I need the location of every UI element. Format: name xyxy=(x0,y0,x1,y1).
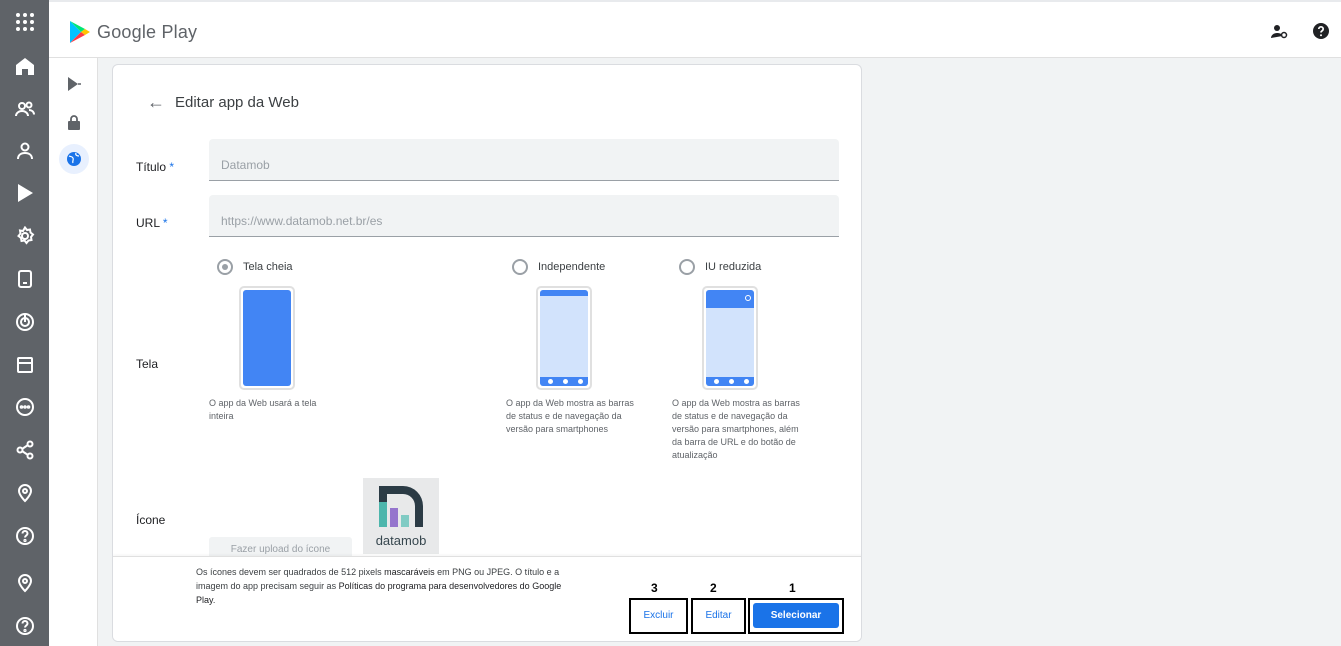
user-icon[interactable] xyxy=(0,131,49,171)
radio-standalone[interactable]: Independente xyxy=(512,259,605,275)
minimal-ui-phone-illustration xyxy=(702,286,758,390)
manage-account-icon[interactable] xyxy=(1270,22,1288,40)
radio-minimal-ui[interactable]: IU reduzida xyxy=(679,259,761,275)
radio-label: IU reduzida xyxy=(705,261,762,273)
messages-icon[interactable] xyxy=(0,387,49,427)
url-input[interactable]: https://www.datamob.net.br/es xyxy=(209,195,839,237)
play-apps-icon[interactable] xyxy=(59,69,89,99)
radio-label: Tela cheia xyxy=(243,261,293,273)
location-icon-2[interactable] xyxy=(0,563,49,603)
radio-fullscreen[interactable]: Tela cheia xyxy=(217,259,293,275)
url-field-label: URL * xyxy=(136,216,168,230)
back-arrow-icon[interactable]: ← xyxy=(147,92,165,113)
icon-label: Ícone xyxy=(136,513,166,527)
select-button[interactable]: Selecionar xyxy=(753,603,839,628)
standalone-phone-illustration xyxy=(536,286,592,390)
sub-navigation xyxy=(49,58,98,646)
groups-icon[interactable] xyxy=(0,89,49,129)
settings-gear-icon[interactable] xyxy=(0,216,49,256)
minimal-ui-description: O app da Web mostra as barras de status … xyxy=(672,398,800,460)
title-input[interactable]: Datamob xyxy=(209,139,839,181)
action-footer: Os ícones devem ser quadrados de 512 pix… xyxy=(113,556,861,641)
maskable-link[interactable]: mascaráveis xyxy=(384,567,435,577)
apps-grid-icon[interactable] xyxy=(0,2,49,42)
standalone-description: O app da Web mostra as barras de status … xyxy=(506,398,634,434)
app-rail xyxy=(0,0,49,646)
annotation-number-2: 2 xyxy=(710,581,717,595)
reports-icon[interactable] xyxy=(0,345,49,385)
screen-label: Tela xyxy=(136,357,159,371)
security-icon[interactable] xyxy=(0,302,49,342)
top-header: Google Play xyxy=(49,0,1341,58)
edit-web-app-card: ← Editar app da Web Título * Datamob URL… xyxy=(112,64,862,642)
enterprise-home-icon[interactable] xyxy=(0,46,49,86)
page-title: Editar app da Web xyxy=(175,94,299,111)
share-icon[interactable] xyxy=(0,430,49,470)
brand-name: Google Play xyxy=(97,21,198,42)
private-apps-lock-icon[interactable] xyxy=(59,107,89,137)
play-store-icon[interactable] xyxy=(0,173,49,213)
edit-button[interactable]: Editar xyxy=(696,603,741,628)
logo-text: datamob xyxy=(376,533,427,548)
app-icon-preview: datamob xyxy=(363,478,439,554)
help-icon-2[interactable] xyxy=(0,606,49,646)
fullscreen-description: O app da Web usará a tela inteira xyxy=(209,398,317,421)
help-circle-icon[interactable] xyxy=(1312,22,1330,40)
radio-button[interactable] xyxy=(679,259,695,275)
radio-label: Independente xyxy=(538,261,606,273)
location-icon[interactable] xyxy=(0,473,49,513)
annotation-number-3: 3 xyxy=(651,581,658,595)
play-logo-icon xyxy=(70,21,90,43)
refresh-icon xyxy=(745,295,751,301)
fullscreen-phone-illustration xyxy=(239,286,295,390)
delete-button[interactable]: Excluir xyxy=(634,603,683,628)
radio-button[interactable] xyxy=(217,259,233,275)
radio-button[interactable] xyxy=(512,259,528,275)
title-field-label: Título * xyxy=(136,160,175,174)
google-play-logo[interactable]: Google Play xyxy=(69,20,197,44)
help-icon[interactable] xyxy=(0,516,49,556)
device-icon[interactable] xyxy=(0,259,49,299)
icon-requirements-note: Os ícones devem ser quadrados de 512 pix… xyxy=(196,567,562,605)
web-apps-globe-icon[interactable] xyxy=(59,144,89,174)
annotation-number-1: 1 xyxy=(789,581,796,595)
